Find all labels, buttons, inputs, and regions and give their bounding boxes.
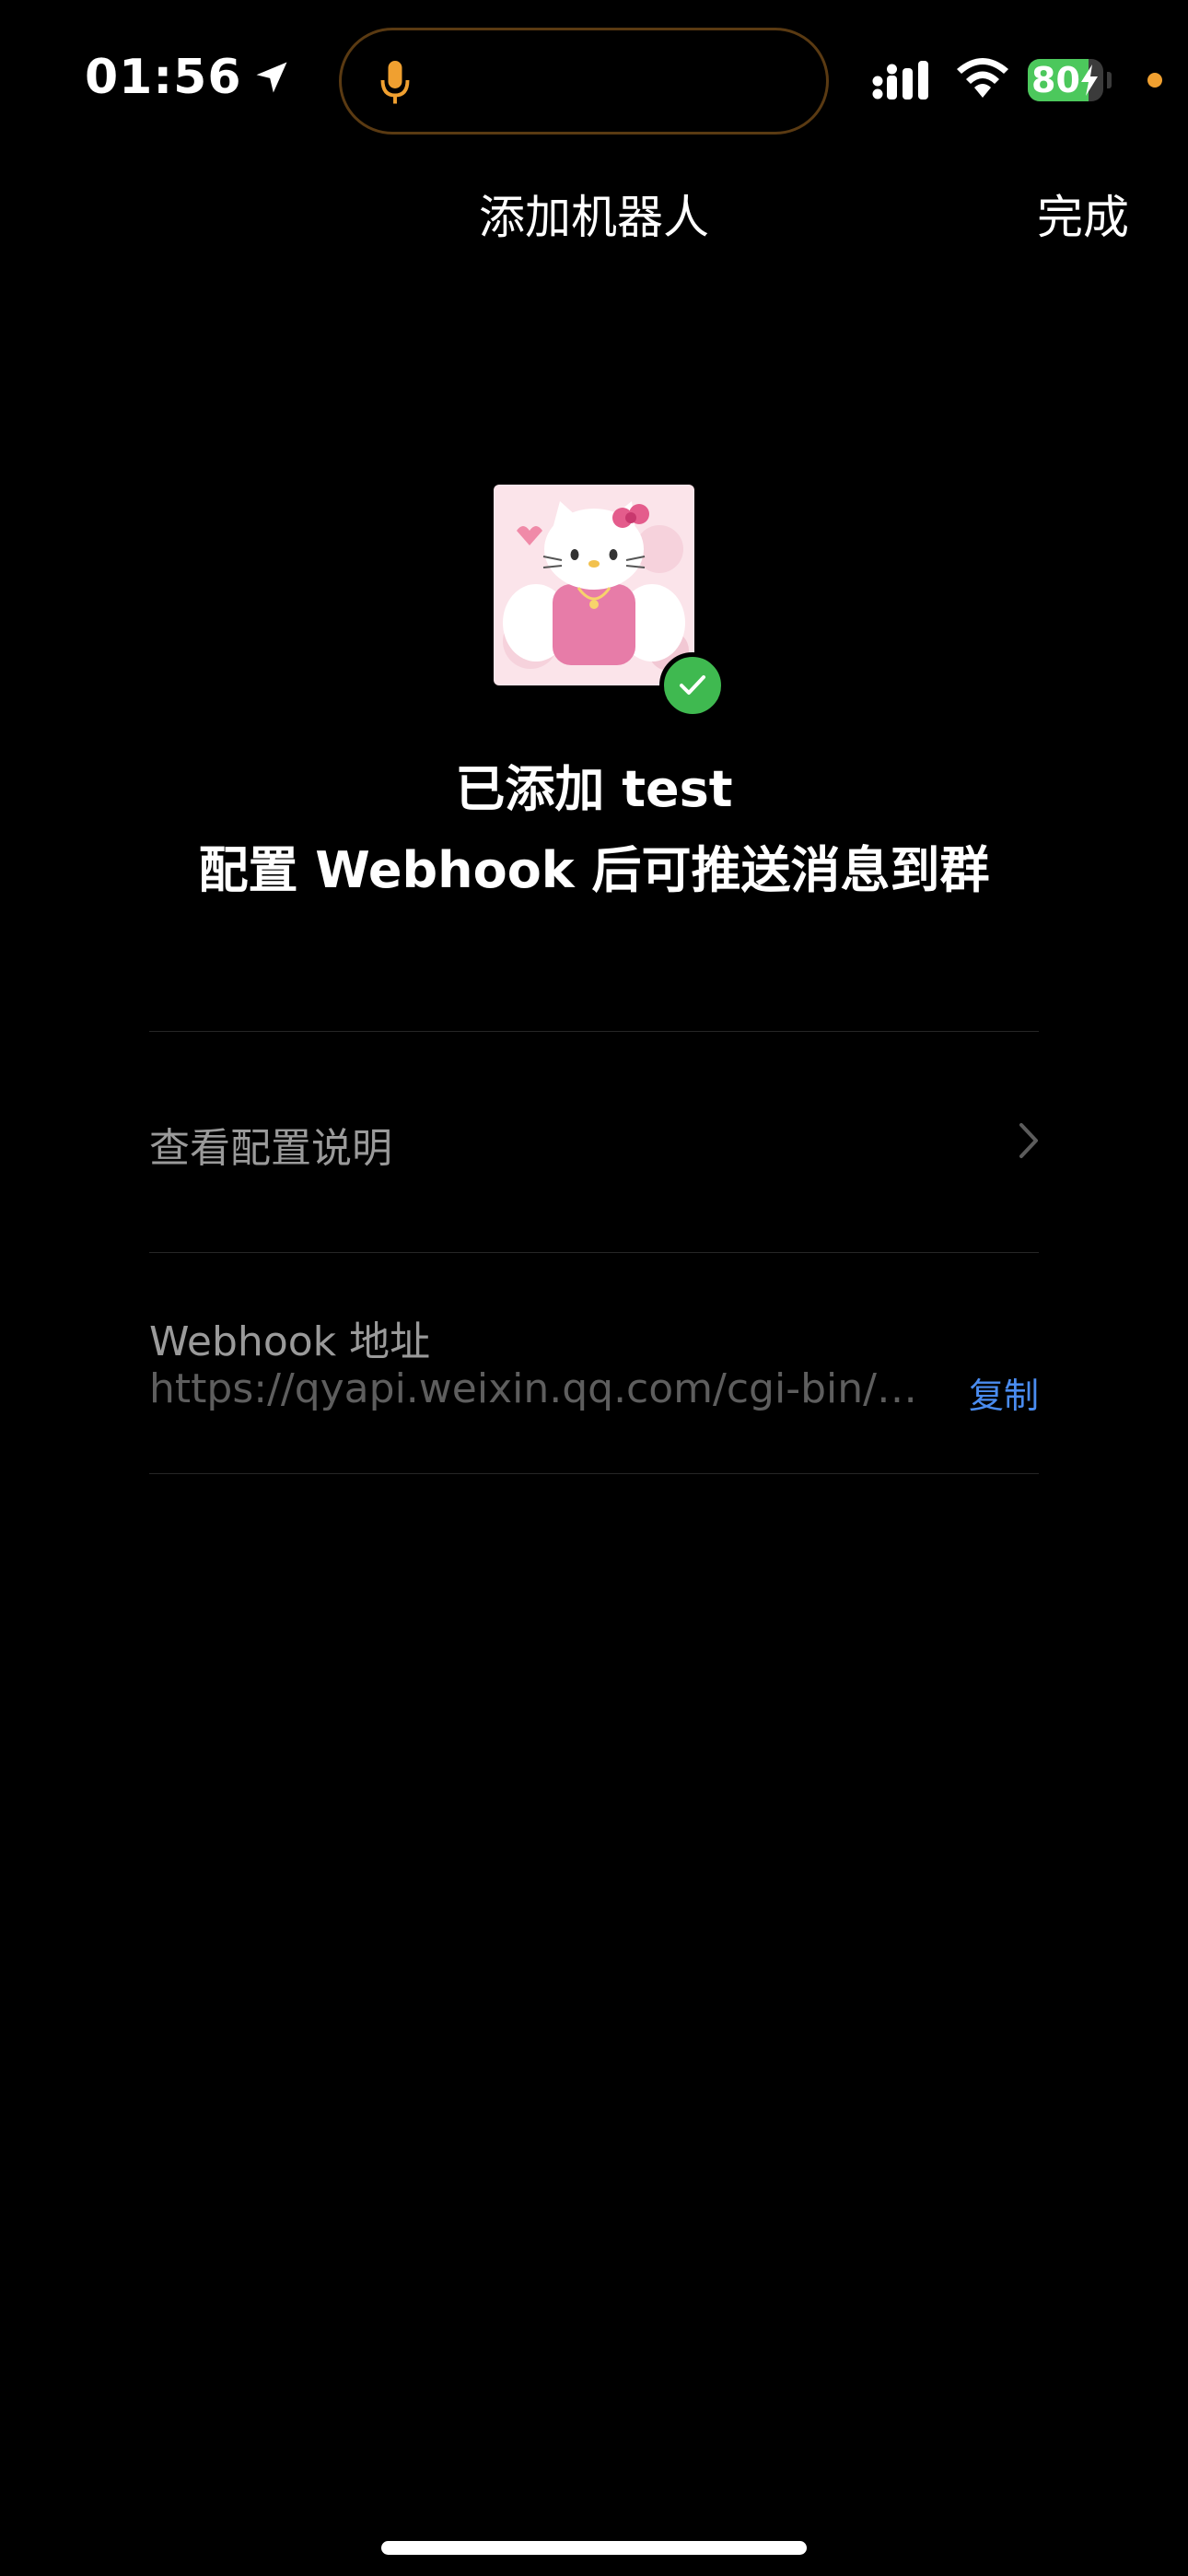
robot-avatar — [494, 485, 694, 685]
battery-icon: 80 — [1028, 59, 1103, 101]
check-badge — [659, 652, 726, 719]
charging-bolt-icon — [1081, 64, 1098, 96]
cellular-signal-icon — [872, 61, 928, 100]
copy-button[interactable]: 复制 — [969, 1367, 1039, 1418]
battery-cap — [1107, 72, 1112, 88]
microphone-icon — [380, 61, 410, 104]
config-guide-row[interactable]: 查看配置说明 — [149, 1032, 1039, 1251]
privacy-indicator-dot — [1147, 73, 1162, 88]
wifi-icon — [957, 58, 1008, 98]
config-guide-label: 查看配置说明 — [149, 1125, 392, 1172]
robot-added-title: 已添加 test — [455, 760, 733, 818]
battery-percent: 80 — [1031, 60, 1080, 100]
webhook-row: Webhook 地址 https://qyapi.weixin.qq.com/c… — [149, 1253, 1039, 1472]
status-time-text: 01:56 — [85, 50, 242, 105]
webhook-url: https://qyapi.weixin.qq.com/cgi-bin/w... — [149, 1365, 932, 1412]
divider — [149, 1473, 1039, 1474]
status-time: 01:56 — [85, 50, 292, 105]
dynamic-island — [339, 28, 829, 135]
hello-kitty-avatar — [494, 485, 694, 685]
location-arrow-icon — [256, 62, 287, 93]
page-title: 添加机器人 — [479, 191, 709, 244]
webhook-label: Webhook 地址 — [149, 1318, 431, 1365]
done-button[interactable]: 完成 — [1037, 181, 1129, 247]
chevron-right-icon — [1019, 1123, 1038, 1158]
robot-added-subtitle: 配置 Webhook 后可推送消息到群 — [198, 841, 990, 899]
check-icon — [680, 675, 705, 695]
home-indicator[interactable] — [381, 2541, 807, 2555]
